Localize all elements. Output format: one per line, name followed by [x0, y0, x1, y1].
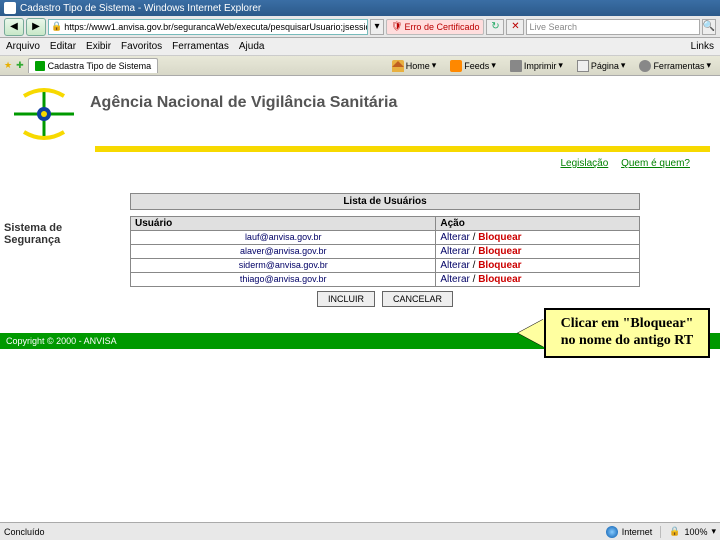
action-block[interactable]: Bloquear: [478, 260, 521, 271]
print-button[interactable]: Imprimir ▾: [505, 58, 568, 74]
action-block[interactable]: Bloquear: [478, 274, 521, 285]
action-block[interactable]: Bloquear: [478, 232, 521, 243]
page-header: Agência Nacional de Vigilância Sanitária: [0, 76, 720, 144]
menu-arquivo[interactable]: Arquivo: [6, 41, 40, 52]
cancelar-button[interactable]: CANCELAR: [382, 291, 453, 307]
menu-bar: Arquivo Editar Exibir Favoritos Ferramen…: [0, 38, 720, 56]
refresh-button[interactable]: ↻: [486, 19, 504, 35]
forward-button[interactable]: ▶: [26, 18, 46, 36]
feed-icon: [450, 60, 462, 72]
incluir-button[interactable]: INCLUIR: [317, 291, 375, 307]
callout-text: Clicar em "Bloquear" no nome do antigo R…: [544, 308, 710, 358]
table-row: alaver@anvisa.gov.br Alterar / Bloquear: [131, 245, 640, 259]
status-bar: Concluído Internet 🔒 100% ▾: [0, 522, 720, 540]
agency-title: Agência Nacional de Vigilância Sanitária: [90, 94, 397, 112]
user-email: thiago@anvisa.gov.br: [240, 274, 327, 284]
link-quem[interactable]: Quem é quem?: [621, 158, 690, 169]
table-row: thiago@anvisa.gov.br Alterar / Bloquear: [131, 273, 640, 287]
menu-editar[interactable]: Editar: [50, 41, 76, 52]
add-favorite-icon[interactable]: ✚: [16, 60, 24, 71]
tools-button[interactable]: Ferramentas ▾: [634, 58, 716, 74]
zone-label: Internet: [622, 527, 653, 537]
table-row: siderm@anvisa.gov.br Alterar / Bloquear: [131, 259, 640, 273]
address-dropdown[interactable]: ▾: [370, 19, 384, 35]
user-email: alaver@anvisa.gov.br: [240, 246, 327, 256]
action-alter[interactable]: Alterar: [440, 274, 469, 285]
instruction-callout: Clicar em "Bloquear" no nome do antigo R…: [518, 308, 710, 358]
tab-bar: ★ ✚ Cadastra Tipo de Sistema Home ▾ Feed…: [0, 56, 720, 76]
action-alter[interactable]: Alterar: [440, 260, 469, 271]
header-user: Usuário: [131, 217, 436, 231]
content-area: Lista de Usuários Usuário Ação lauf@anvi…: [130, 193, 640, 307]
zoom-dropdown[interactable]: ▾: [711, 526, 716, 537]
link-legislacao[interactable]: Legislação: [560, 158, 608, 169]
window-titlebar: Cadastro Tipo de Sistema - Windows Inter…: [0, 0, 720, 16]
list-title: Lista de Usuários: [130, 193, 640, 210]
anvisa-logo: [4, 84, 84, 144]
page-body: Agência Nacional de Vigilância Sanitária…: [0, 76, 720, 349]
action-alter[interactable]: Alterar: [440, 246, 469, 257]
menu-links[interactable]: Links: [691, 41, 714, 52]
print-icon: [510, 60, 522, 72]
address-input[interactable]: 🔒 https://www1.anvisa.gov.br/segurancaWe…: [48, 19, 368, 35]
search-input[interactable]: Live Search: [526, 19, 700, 35]
shield-icon: 🛡: [391, 21, 402, 32]
callout-arrow-icon: [518, 319, 544, 347]
feeds-button[interactable]: Feeds ▾: [445, 58, 501, 74]
lock-icon: 🔒: [51, 21, 62, 32]
browser-tab[interactable]: Cadastra Tipo de Sistema: [28, 58, 159, 73]
button-row: INCLUIR CANCELAR: [130, 291, 640, 307]
home-icon: [392, 60, 404, 72]
globe-icon: [606, 526, 618, 538]
home-button[interactable]: Home ▾: [387, 58, 442, 74]
page-icon: [577, 60, 589, 72]
menu-exibir[interactable]: Exibir: [86, 41, 111, 52]
action-block[interactable]: Bloquear: [478, 246, 521, 257]
page-button[interactable]: Página ▾: [572, 58, 631, 74]
back-button[interactable]: ◀: [4, 18, 24, 36]
ie-favicon-icon: [4, 2, 16, 14]
header-action: Ação: [436, 217, 640, 231]
menu-favoritos[interactable]: Favoritos: [121, 41, 162, 52]
users-table: Usuário Ação lauf@anvisa.gov.br Alterar …: [130, 216, 640, 287]
tab-favicon-icon: [35, 61, 45, 71]
address-url: https://www1.anvisa.gov.br/segurancaWeb/…: [64, 22, 368, 32]
status-text: Concluído: [4, 527, 45, 537]
user-email: siderm@anvisa.gov.br: [239, 260, 328, 270]
menu-ajuda[interactable]: Ajuda: [239, 41, 265, 52]
table-row: lauf@anvisa.gov.br Alterar / Bloquear: [131, 231, 640, 245]
address-toolbar: ◀ ▶ 🔒 https://www1.anvisa.gov.br/seguran…: [0, 16, 720, 38]
action-alter[interactable]: Alterar: [440, 232, 469, 243]
zoom-label: 100%: [684, 527, 707, 537]
lock-icon: 🔒: [669, 526, 680, 537]
user-email: lauf@anvisa.gov.br: [245, 232, 322, 242]
favorites-star-icon[interactable]: ★: [4, 60, 12, 71]
search-dropdown[interactable]: 🔍: [702, 19, 716, 35]
window-title: Cadastro Tipo de Sistema - Windows Inter…: [20, 3, 261, 14]
menu-ferramentas[interactable]: Ferramentas: [172, 41, 229, 52]
sidebar-title: Sistema de Segurança: [4, 222, 86, 246]
certificate-error-badge[interactable]: 🛡 Erro de Certificado: [386, 19, 484, 35]
top-links: Legislação Quem é quem?: [0, 152, 720, 173]
separator: [660, 526, 661, 538]
gear-icon: [639, 60, 651, 72]
stop-button[interactable]: ✕: [506, 19, 524, 35]
